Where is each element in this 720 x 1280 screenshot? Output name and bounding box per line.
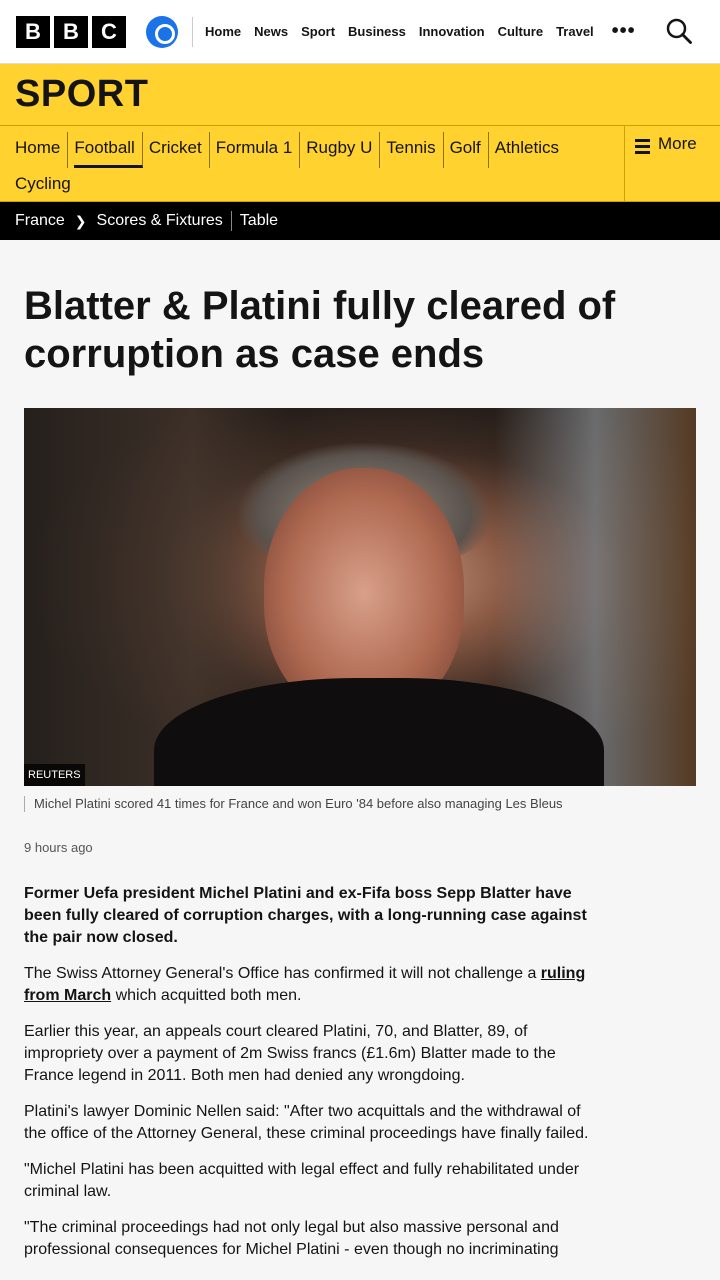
divider <box>230 211 232 231</box>
global-nav: Home News Sport Business Innovation Cult… <box>205 24 594 39</box>
article-paragraph: The Swiss Attorney General's Office has … <box>24 963 594 1007</box>
article-paragraph: Platini's lawyer Dominic Nellen said: "A… <box>24 1103 589 1142</box>
search-icon[interactable] <box>666 18 692 44</box>
section-item-home[interactable]: Home <box>15 132 69 168</box>
nav-news[interactable]: News <box>254 24 288 39</box>
article-timestamp: 9 hours ago <box>24 840 93 855</box>
sport-title[interactable]: SPORT <box>15 73 148 116</box>
paragraph-text: which acquitted both men. <box>111 987 302 1004</box>
chevron-right-icon: ❯ <box>74 212 87 229</box>
account-icon[interactable] <box>146 15 178 48</box>
divider <box>192 16 193 47</box>
nav-culture[interactable]: Culture <box>498 24 544 39</box>
article-paragraph: "Michel Platini has been acquitted with … <box>24 1161 580 1200</box>
nav-sport[interactable]: Sport <box>301 24 335 39</box>
paragraph-text: The Swiss Attorney General's Office has … <box>24 965 541 982</box>
logo-letter: C <box>92 15 126 48</box>
nav-home[interactable]: Home <box>205 24 241 39</box>
article-paragraph: "The criminal proceedings had not only l… <box>24 1219 559 1258</box>
image-credit: REUTERS <box>24 764 85 786</box>
nav-innovation[interactable]: Innovation <box>419 24 485 39</box>
image-caption: Michel Platini scored 41 times for Franc… <box>24 796 696 812</box>
article-lead: Former Uefa president Michel Platini and… <box>24 885 587 946</box>
more-menu-icon[interactable]: ••• <box>612 20 636 43</box>
bbc-logo[interactable]: B B C <box>16 15 126 48</box>
article-hero-image: REUTERS <box>24 408 696 786</box>
section-item-football[interactable]: Football <box>74 132 143 168</box>
more-button[interactable]: More <box>624 126 720 201</box>
logo-letter: B <box>54 15 88 48</box>
section-item-rugby-u[interactable]: Rugby U <box>306 132 381 168</box>
nav-business[interactable]: Business <box>348 24 406 39</box>
section-item-formula-1[interactable]: Formula 1 <box>216 132 301 168</box>
article-headline: Blatter & Platini fully cleared of corru… <box>24 284 616 376</box>
section-item-golf[interactable]: Golf <box>450 132 489 168</box>
section-item-cricket[interactable]: Cricket <box>149 132 210 168</box>
article-paragraph: Earlier this year, an appeals court clea… <box>24 1023 556 1084</box>
nav-travel[interactable]: Travel <box>556 24 594 39</box>
section-item-cycling[interactable]: Cycling <box>15 168 78 204</box>
subnav-scores-fixtures[interactable]: Scores & Fixtures <box>97 212 223 230</box>
subnav-table[interactable]: Table <box>240 212 278 230</box>
top-bar: B B C Home News Sport Business Innovatio… <box>0 0 720 64</box>
section-item-tennis[interactable]: Tennis <box>386 132 444 168</box>
article-body: Former Uefa president Michel Platini and… <box>24 883 594 1261</box>
hamburger-icon <box>635 139 650 154</box>
football-subnav: France ❯ Scores & Fixtures Table <box>0 202 720 240</box>
sport-section-nav: Home Football Cricket Formula 1 Rugby U … <box>0 126 720 202</box>
subnav-france[interactable]: France <box>15 212 65 230</box>
more-label: More <box>658 134 697 153</box>
logo-letter: B <box>16 15 50 48</box>
article: Blatter & Platini fully cleared of corru… <box>0 282 720 1261</box>
sport-header: SPORT <box>0 64 720 126</box>
section-item-athletics[interactable]: Athletics <box>495 132 566 168</box>
